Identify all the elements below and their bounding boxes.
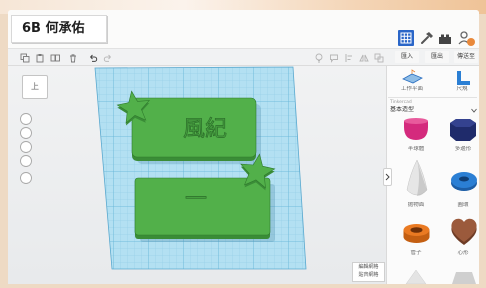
plate-text: 風紀 xyxy=(183,117,227,142)
panel-divider xyxy=(388,97,477,98)
shape-label: 多邊形 xyxy=(454,146,472,152)
delete-icon[interactable] xyxy=(68,53,78,63)
mirror-icon[interactable] xyxy=(359,53,369,63)
align-icon[interactable] xyxy=(344,53,354,63)
zoom-in-icon[interactable] xyxy=(20,141,32,153)
panel-collapse-button[interactable] xyxy=(383,168,392,186)
redo-icon[interactable] xyxy=(103,53,113,63)
workspace-canvas[interactable]: 風紀 一 xyxy=(8,66,386,284)
grid-view-icon[interactable] xyxy=(398,30,414,46)
view-cube[interactable]: 上 xyxy=(22,75,48,99)
snap-grid-label[interactable]: 貼齊網格 xyxy=(353,271,384,279)
shape-half-sphere[interactable] xyxy=(404,118,428,140)
plate-text: 一 xyxy=(185,187,207,212)
chevron-down-icon[interactable] xyxy=(471,108,477,113)
home-view-icon[interactable] xyxy=(20,113,32,125)
shape-heart[interactable] xyxy=(451,218,477,245)
shape-paraboloid[interactable] xyxy=(406,159,428,196)
view-controls xyxy=(20,113,32,184)
grid-settings[interactable]: 編輯網格 貼齊網格 xyxy=(352,262,385,282)
lightbulb-icon[interactable] xyxy=(314,53,324,63)
shape-polygon[interactable] xyxy=(450,119,476,141)
copy-icon[interactable] xyxy=(20,53,30,63)
shape-torus[interactable] xyxy=(451,172,477,191)
library-category-select[interactable]: 基本造型 xyxy=(390,106,414,114)
user-avatar-icon[interactable] xyxy=(456,29,476,49)
library-source[interactable]: Tinkercad xyxy=(390,99,412,106)
tab-send-to[interactable]: 傳送至 xyxy=(454,51,478,63)
view-cube-face-label: 上 xyxy=(31,82,39,91)
perspective-icon[interactable] xyxy=(20,172,32,184)
paste-icon[interactable] xyxy=(35,53,45,63)
brick-icon[interactable] xyxy=(438,33,452,45)
zoom-out-icon[interactable] xyxy=(20,155,32,167)
duplicate-icon[interactable] xyxy=(50,53,60,63)
comment-icon[interactable] xyxy=(329,53,339,63)
ruler-icon[interactable] xyxy=(457,71,470,85)
shape-thumbnail-partial[interactable] xyxy=(405,269,427,284)
workplane-label[interactable]: 工作平面 xyxy=(400,86,424,93)
hammer-icon[interactable] xyxy=(420,31,434,45)
shape-label: 圓環 xyxy=(457,202,469,208)
nameplate-1[interactable]: 風紀 xyxy=(116,90,257,161)
tab-import[interactable]: 匯入 xyxy=(395,51,419,63)
fit-view-icon[interactable] xyxy=(20,127,32,139)
shape-label: 拋物面 xyxy=(407,202,425,208)
undo-icon[interactable] xyxy=(88,53,98,63)
chevron-right-icon[interactable] xyxy=(384,169,391,185)
shape-label: 心形 xyxy=(457,250,469,256)
tab-export[interactable]: 匯出 xyxy=(425,51,449,63)
shape-label: 半球體 xyxy=(407,146,425,152)
shape-thumbnail-partial[interactable] xyxy=(452,272,476,284)
edit-grid-label[interactable]: 編輯網格 xyxy=(353,263,384,271)
name-sticker-label: 6B 何承佑 xyxy=(11,15,107,43)
shape-label: 管子 xyxy=(410,250,422,256)
shape-tube[interactable] xyxy=(403,224,430,243)
ruler-label[interactable]: 尺規 xyxy=(452,86,472,93)
group-icon[interactable] xyxy=(374,53,384,63)
workplane-icon[interactable] xyxy=(402,69,423,84)
